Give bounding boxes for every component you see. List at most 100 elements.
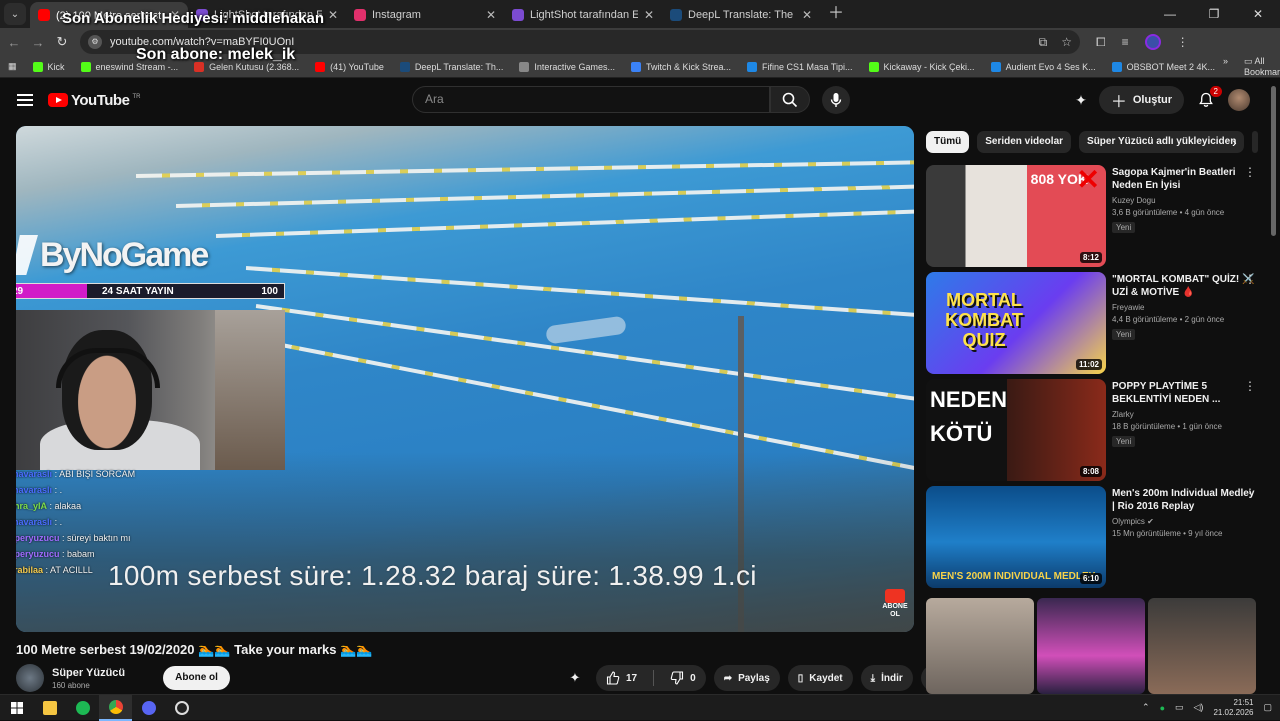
recommendation-channel[interactable]: Kuzey Dogu: [1112, 196, 1256, 205]
site-info-icon[interactable]: ⚙: [88, 35, 102, 49]
channel-avatar[interactable]: [16, 664, 44, 692]
extensions-icon[interactable]: ⧠: [1096, 35, 1106, 50]
chat-user: Superyuzucu: [16, 533, 60, 543]
spotify-icon[interactable]: [66, 695, 99, 721]
file-explorer-icon[interactable]: [33, 695, 66, 721]
chat-text: : AT ACILLL: [45, 565, 93, 575]
recommendation-channel[interactable]: Olympics ✔: [1112, 517, 1256, 526]
recommendation-title[interactable]: Men's 200m Individual Medley | Rio 2016 …: [1112, 487, 1256, 513]
all-bookmarks[interactable]: ▭ All Bookmarks: [1244, 56, 1280, 77]
more-bookmarks-icon[interactable]: »: [1223, 56, 1228, 77]
bookmark-deepl[interactable]: DeepL Translate: Th...: [392, 61, 512, 72]
scrollbar-thumb[interactable]: [1271, 86, 1276, 236]
bookmark-youtube[interactable]: (41) YouTube: [307, 61, 392, 72]
bookmark-twitch-kick[interactable]: Twitch & Kick Strea...: [623, 61, 739, 72]
windows-start-icon[interactable]: [0, 695, 33, 721]
clock[interactable]: 21:51 21.02.2026: [1213, 698, 1253, 718]
recommendation-title[interactable]: Sagopa Kajmer'in Beatleri Neden En İyisi: [1112, 166, 1256, 192]
channel-name[interactable]: Süper Yüzücü: [52, 667, 125, 679]
recommendation-channel[interactable]: Freyawie: [1112, 303, 1256, 312]
page-scrollbar[interactable]: [1271, 86, 1276, 692]
recommendation-item[interactable]: MORTAL KOMBAT QUIZ 11:02 "MORTAL KOMBAT"…: [926, 272, 1256, 374]
recommendation-item[interactable]: MEN'S 200M INDIVIDUAL MEDLEY 6:10 Men's …: [926, 486, 1256, 588]
recommendation-item[interactable]: NEDEN KÖTÜ 8:08 POPPY PLAYTİME 5 BEKLENT…: [926, 379, 1256, 481]
browser-tab-deepl[interactable]: DeepL Translate: The world's most accura…: [662, 2, 820, 28]
more-vertical-icon[interactable]: ⋮: [1244, 486, 1256, 500]
volume-icon[interactable]: ◁): [1194, 702, 1204, 713]
more-vertical-icon[interactable]: ⋮: [1244, 165, 1256, 179]
last-sub-alert: Son abone: melek_ik: [136, 46, 296, 63]
guide-menu-icon[interactable]: [17, 94, 33, 106]
browser-tab-instagram[interactable]: Instagram ✕: [346, 2, 504, 28]
bookmark-kickaway[interactable]: Kickaway - Kick Çeki...: [861, 61, 983, 72]
recommendation-title[interactable]: "MORTAL KOMBAT" QUİZ! ⚔️ UZİ & MOTİVE 🩸: [1112, 273, 1256, 299]
more-vertical-icon[interactable]: ⋮: [1244, 272, 1256, 286]
close-tab-icon[interactable]: ✕: [644, 8, 654, 22]
reload-icon[interactable]: ↻: [50, 34, 74, 50]
minimize-icon[interactable]: —: [1148, 0, 1192, 28]
recommendation-item[interactable]: 808 YOK ✕ 8:12 Sagopa Kajmer'in Beatleri…: [926, 165, 1256, 267]
notifications-button[interactable]: 2: [1196, 86, 1222, 110]
short-thumbnail[interactable]: [926, 598, 1034, 694]
bookmark-obsbot[interactable]: OBSBOT Meet 2 4K...: [1104, 61, 1223, 72]
bookmark-star-icon[interactable]: ☆: [1061, 35, 1072, 50]
video-player[interactable]: 100m serbest süre: 1.28.32 baraj süre: 1…: [16, 126, 914, 632]
video-thumbnail[interactable]: NEDEN KÖTÜ 8:08: [926, 379, 1106, 481]
discord-icon[interactable]: [132, 695, 165, 721]
bookmark-interactive-games[interactable]: Interactive Games...: [511, 61, 623, 72]
video-thumbnail[interactable]: MEN'S 200M INDIVIDUAL MEDLEY 6:10: [926, 486, 1106, 588]
short-thumbnail[interactable]: [1148, 598, 1256, 694]
share-button[interactable]: ➦ Paylaş: [713, 665, 780, 691]
notifications-center-icon[interactable]: ▢: [1263, 702, 1272, 713]
restore-icon[interactable]: ❐: [1192, 0, 1236, 28]
download-button[interactable]: ⤓ İndir: [860, 665, 913, 691]
recommendation-title[interactable]: POPPY PLAYTİME 5 BEKLENTİYİ NEDEN ...: [1112, 380, 1256, 406]
bookmark-kick[interactable]: Kick: [25, 61, 73, 72]
tray-overflow-icon[interactable]: ⌃: [1142, 702, 1150, 713]
subscribe-watermark[interactable]: ABONE OL: [880, 589, 910, 621]
youtube-logo[interactable]: YouTube TR: [48, 92, 140, 109]
like-button[interactable]: 17: [596, 665, 647, 691]
close-window-icon[interactable]: ✕: [1236, 0, 1280, 28]
close-tab-icon[interactable]: ✕: [486, 8, 496, 22]
network-icon[interactable]: ▭: [1175, 702, 1184, 713]
new-tab-icon[interactable]: ＋: [828, 0, 844, 23]
profile-avatar-icon[interactable]: [1144, 34, 1161, 50]
video-thumbnail[interactable]: MORTAL KOMBAT QUIZ 11:02: [926, 272, 1106, 374]
bookmark-label: DeepL Translate: Th...: [414, 61, 504, 72]
bookmark-fifine[interactable]: Fifine CS1 Masa Tipi...: [739, 61, 861, 72]
close-tab-icon[interactable]: ✕: [802, 8, 812, 22]
browser-menu-icon[interactable]: ⋮: [1177, 35, 1189, 49]
subscribe-button[interactable]: Abone ol: [163, 666, 230, 690]
stream-chat: canavaraslı : ABI BIŞI SORCAM canavarasl…: [16, 466, 283, 578]
bookmark-audient[interactable]: Audient Evo 4 Ses K...: [983, 61, 1104, 72]
video-thumbnail[interactable]: 808 YOK ✕ 8:12: [926, 165, 1106, 267]
chrome-icon[interactable]: [99, 694, 132, 721]
chip-all[interactable]: Tümü: [926, 131, 970, 153]
dislike-button[interactable]: 0: [660, 665, 706, 691]
tab-search-icon[interactable]: ⌄: [4, 3, 26, 25]
search-button[interactable]: [770, 86, 810, 113]
back-icon[interactable]: ←: [2, 35, 26, 50]
search-input[interactable]: Ara: [412, 86, 770, 113]
more-vertical-icon[interactable]: ⋮: [1244, 379, 1256, 393]
chip-uploader[interactable]: Süper Yüzücü adlı yükleyiciden: [1079, 131, 1245, 153]
media-controls-icon[interactable]: ≡: [1122, 35, 1129, 49]
studio-sparkle-icon[interactable]: ✦: [1075, 92, 1087, 109]
apps-grid-icon[interactable]: ▦: [0, 61, 25, 72]
browser-tab-lightshot-2[interactable]: LightShot tarafından Ekran Görüntüsü ✕: [504, 2, 662, 28]
recommendation-channel[interactable]: Zlarky: [1112, 410, 1256, 419]
chevron-right-icon[interactable]: ›: [1232, 134, 1237, 150]
close-tab-icon[interactable]: ✕: [328, 8, 338, 22]
short-thumbnail[interactable]: [1037, 598, 1145, 694]
account-avatar[interactable]: [1228, 89, 1250, 111]
voice-search-button[interactable]: [822, 86, 850, 114]
ask-ai-button[interactable]: ✦: [562, 665, 588, 691]
cast-icon[interactable]: ⧉: [1039, 35, 1048, 50]
save-button[interactable]: ▯ Kaydet: [787, 665, 853, 691]
create-button[interactable]: ＋ Oluştur: [1098, 86, 1184, 114]
spotify-tray-icon[interactable]: ●: [1160, 703, 1165, 713]
obs-icon[interactable]: [165, 695, 198, 721]
forward-icon[interactable]: →: [26, 35, 50, 50]
chip-series[interactable]: Seriden videolar: [977, 131, 1072, 153]
